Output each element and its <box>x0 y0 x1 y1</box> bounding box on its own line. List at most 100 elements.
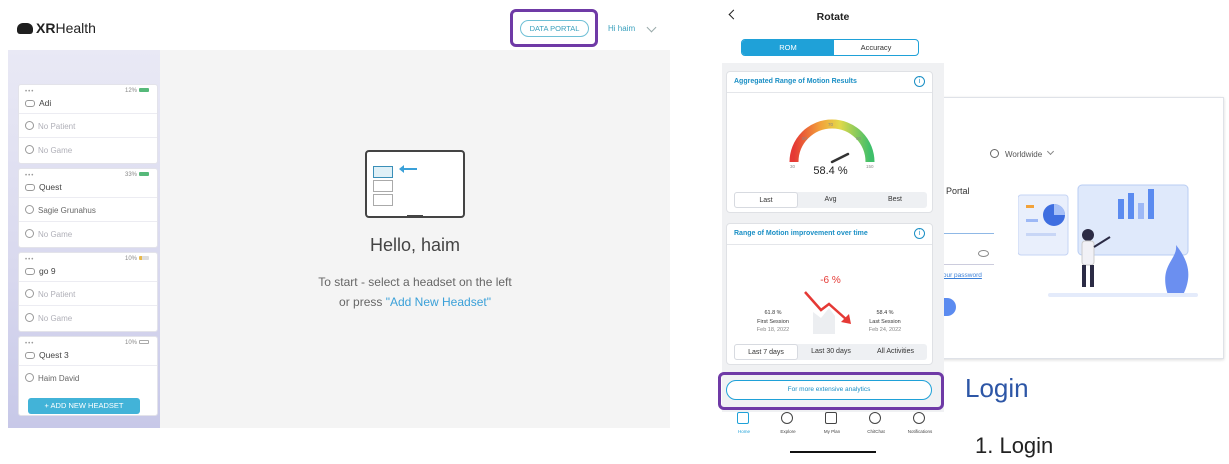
dashboard-window: XRHealth DATA PORTAL Hi haim ••• 12% Adi… <box>0 0 672 428</box>
battery-icon <box>139 340 149 344</box>
headset-patient: Sagie Grunahus <box>38 206 96 215</box>
battery-icon <box>139 256 149 260</box>
rom-value: 58.4 % <box>813 165 848 177</box>
headset-name: Quest <box>39 182 62 192</box>
chat-icon <box>869 412 881 424</box>
card-title: Range of Motion improvement over time <box>734 230 868 237</box>
headset-name: Adi <box>39 98 52 108</box>
instruction-line-2: or press "Add New Headset" <box>339 295 491 309</box>
more-icon[interactable]: ••• <box>25 173 34 179</box>
headset-name: Quest 3 <box>39 350 69 360</box>
patient-icon <box>25 121 34 130</box>
headset-game: No Game <box>38 230 73 239</box>
headset-sidebar[interactable]: ••• 12% Adi No Patient No Game ••• 33% Q… <box>8 50 160 428</box>
highlight-box <box>510 9 598 47</box>
password-field[interactable] <box>936 264 994 265</box>
headset-card[interactable]: ••• 12% Adi No Patient No Game <box>18 84 158 164</box>
add-new-headset-button[interactable]: + ADD NEW HEADSET <box>28 398 140 414</box>
highlight-box <box>718 372 944 410</box>
headset-patient: Haim David <box>38 374 80 383</box>
headset-icon <box>25 352 35 359</box>
tab-rom[interactable]: ROM <box>742 40 834 55</box>
headset-name: go 9 <box>39 266 56 276</box>
more-icon[interactable]: ••• <box>25 257 34 263</box>
bottom-nav: Home Explore My Plan ChitChat Notificati… <box>722 412 944 438</box>
battery-icon <box>139 88 149 92</box>
first-session-stats: 61.8 % First Session Feb 18, 2022 <box>756 310 790 333</box>
aggregated-rom-card: Aggregated Range of Motion Results i 30 … <box>726 71 933 213</box>
welcome-heading: Hello, haim <box>369 235 461 255</box>
tab-last-30-days[interactable]: Last 30 days <box>798 344 864 360</box>
headset-icon <box>25 268 35 275</box>
headset-icon <box>25 100 35 107</box>
battery-icon <box>139 172 149 176</box>
headset-icon <box>25 184 35 191</box>
more-icon[interactable]: ••• <box>25 89 34 95</box>
step-label: 1. Login <box>975 433 1054 458</box>
info-icon[interactable]: i <box>914 76 925 87</box>
home-icon <box>737 412 749 424</box>
analytics-illustration-icon <box>1018 184 1198 297</box>
chevron-down-icon[interactable] <box>646 22 657 33</box>
info-icon[interactable]: i <box>914 228 925 239</box>
mobile-app: Rotate ROM Accuracy Aggregated Range of … <box>722 0 944 415</box>
headset-card[interactable]: ••• 33% Quest Sagie Grunahus No Game <box>18 168 158 248</box>
instruction-line-1: To start - select a headset on the left <box>318 275 512 289</box>
home-indicator <box>790 451 876 453</box>
rom-improvement-card: Range of Motion improvement over time i … <box>726 223 933 365</box>
tab-last-7-days[interactable]: Last 7 days <box>734 344 798 360</box>
game-icon <box>25 229 34 238</box>
mobile-header: Rotate ROM Accuracy <box>722 0 944 63</box>
compass-icon <box>781 412 793 424</box>
more-icon[interactable]: ••• <box>25 341 34 347</box>
tab-best[interactable]: Best <box>863 192 927 208</box>
tab-all-activities[interactable]: All Activities <box>864 344 927 360</box>
gauge-tick: 50 <box>802 136 808 141</box>
battery-status: 10% <box>125 256 149 262</box>
gauge-tick: 70 <box>828 122 834 127</box>
globe-icon[interactable] <box>990 149 999 158</box>
headset-game: No Game <box>38 314 73 323</box>
exercise-title: Rotate <box>816 11 850 23</box>
nav-explore[interactable]: Explore <box>766 412 810 438</box>
trend-down-icon <box>804 291 851 334</box>
headset-game: No Game <box>38 146 73 155</box>
patient-icon <box>25 205 34 214</box>
last-session-stats: 58.4 % Last Session Feb 24, 2022 <box>868 310 902 333</box>
user-greeting[interactable]: Hi haim <box>608 24 635 33</box>
battery-status: 12% <box>125 88 149 94</box>
tab-last[interactable]: Last <box>734 192 798 208</box>
battery-status: 10% <box>125 340 149 346</box>
headset-card[interactable]: ••• 10% go 9 No Patient No Game <box>18 252 158 332</box>
plan-icon <box>825 412 837 424</box>
region-selector[interactable]: Worldwide <box>1005 150 1042 159</box>
headset-patient: No Patient <box>38 122 76 131</box>
patient-icon <box>25 373 34 382</box>
metric-segmented-control[interactable]: ROM Accuracy <box>741 39 919 56</box>
arrow-left-icon <box>399 165 417 173</box>
game-icon <box>25 145 34 154</box>
add-new-headset-link[interactable]: "Add New Headset" <box>386 295 491 309</box>
email-field[interactable] <box>936 233 994 234</box>
aggregate-tabs[interactable]: Last Avg Best <box>734 192 927 208</box>
headset-logo-icon <box>17 23 33 34</box>
brand-logo: XRHealth <box>17 20 96 36</box>
rom-change-value: -6 % <box>820 275 841 286</box>
nav-my-plan[interactable]: My Plan <box>810 412 854 438</box>
bell-icon <box>913 412 925 424</box>
eye-icon[interactable] <box>978 250 989 257</box>
gauge-tick: 90 <box>856 136 862 141</box>
nav-notifications[interactable]: Notifications <box>898 412 942 438</box>
battery-status: 33% <box>125 172 149 178</box>
tab-avg[interactable]: Avg <box>798 192 863 208</box>
nav-home[interactable]: Home <box>722 412 766 438</box>
rom-gauge: 30 50 70 90 150 <box>789 119 875 169</box>
tab-accuracy[interactable]: Accuracy <box>834 40 918 55</box>
section-label: Login <box>965 373 1029 403</box>
tablet-illustration-icon <box>365 150 465 218</box>
period-tabs[interactable]: Last 7 days Last 30 days All Activities <box>734 344 927 360</box>
patient-icon <box>25 289 34 298</box>
game-icon <box>25 313 34 322</box>
headset-patient: No Patient <box>38 290 76 299</box>
nav-chitchat[interactable]: ChitChat <box>854 412 898 438</box>
